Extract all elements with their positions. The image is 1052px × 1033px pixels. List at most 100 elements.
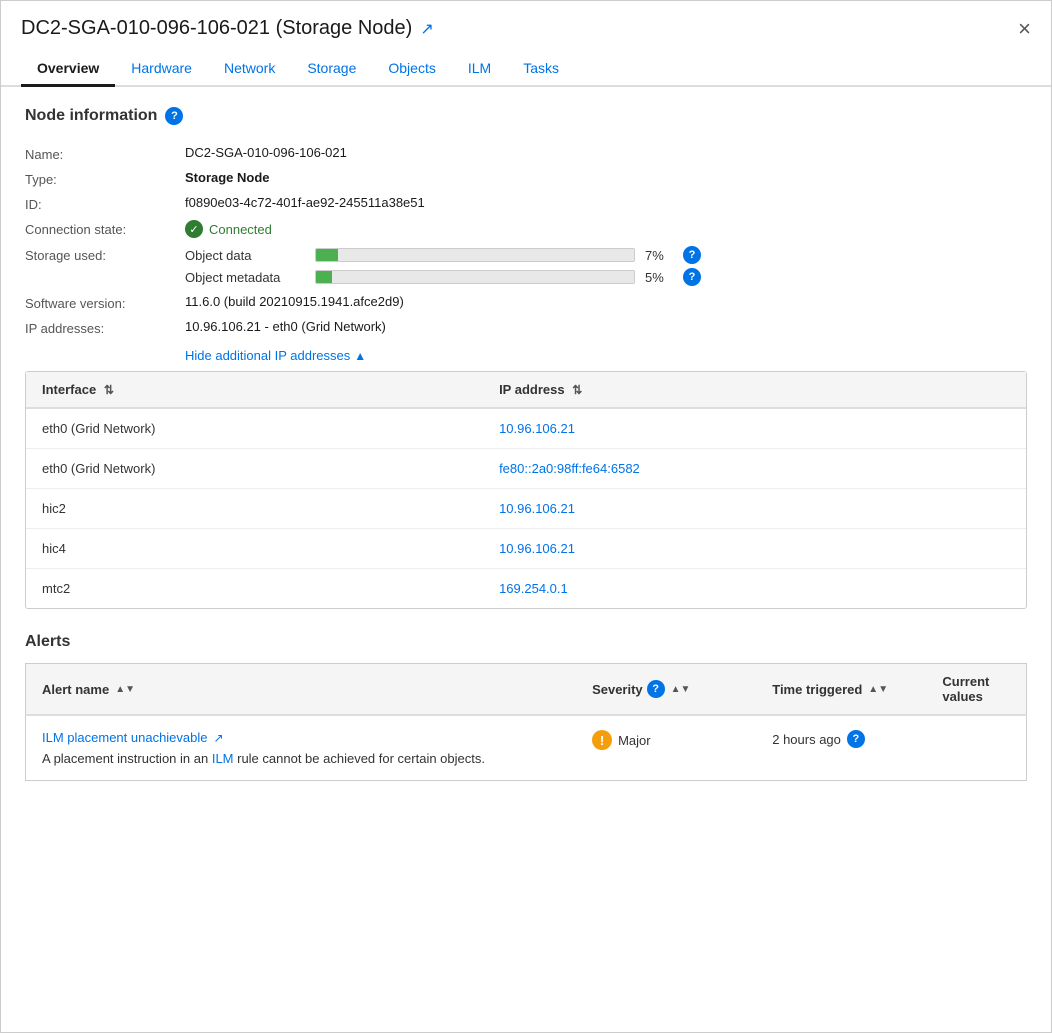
alert-severity-cell: ! Major <box>576 715 756 781</box>
object-data-progress-container <box>315 248 635 262</box>
ip-table-cell-ip[interactable]: fe80::2a0:98ff:fe64:6582 <box>483 449 1026 489</box>
tab-objects[interactable]: Objects <box>372 52 451 87</box>
object-data-help-icon[interactable]: ? <box>683 246 701 264</box>
col-interface-label: Interface <box>42 382 96 397</box>
connection-state-row: Connection state: ✓ Connected <box>25 216 1027 242</box>
node-type-label: Type: <box>25 170 185 187</box>
object-metadata-label: Object metadata <box>185 270 305 285</box>
alert-description: A placement instruction in an ILM rule c… <box>42 751 560 766</box>
ip-table-row: eth0 (Grid Network)fe80::2a0:98ff:fe64:6… <box>26 449 1026 489</box>
tab-hardware[interactable]: Hardware <box>115 52 208 87</box>
close-button[interactable]: × <box>1018 18 1031 40</box>
connection-state-label: Connection state: <box>25 220 185 237</box>
software-version-value: 11.6.0 (build 20210915.1941.afce2d9) <box>185 294 1027 309</box>
external-link-icon[interactable]: ↗ <box>420 19 433 39</box>
ip-addresses-value: 10.96.106.21 - eth0 (Grid Network) <box>185 319 1027 334</box>
node-id-row: ID: f0890e03-4c72-401f-ae92-245511a38e51 <box>25 191 1027 216</box>
col-time-triggered[interactable]: Time triggered ▲▼ <box>756 664 926 716</box>
severity-label: Major <box>618 733 651 748</box>
alert-name-sort-icon[interactable]: ▲▼ <box>115 686 135 693</box>
object-data-row: Object data 7% ? <box>185 246 1027 264</box>
ip-table-cell-interface: hic2 <box>26 489 483 529</box>
object-metadata-pct: 5% <box>645 270 673 285</box>
object-data-progress-fill <box>316 249 338 261</box>
col-alert-name-label: Alert name <box>42 682 109 697</box>
node-name-row: Name: DC2-SGA-010-096-106-021 <box>25 141 1027 166</box>
ip-table-col-interface[interactable]: Interface ⇅ <box>26 372 483 408</box>
ip-table-cell-interface: hic4 <box>26 529 483 569</box>
severity-warning-icon: ! <box>592 730 612 750</box>
tab-bar: Overview Hardware Network Storage Object… <box>1 52 1051 87</box>
col-current-values-label: Current values <box>942 674 1010 704</box>
ip-address-primary: 10.96.106.21 - eth0 (Grid Network) <box>185 319 386 334</box>
modal-title-text: DC2-SGA-010-096-106-021 (Storage Node) <box>21 17 412 40</box>
software-version-label: Software version: <box>25 294 185 311</box>
node-info-help-icon[interactable]: ? <box>165 107 183 125</box>
storage-used-value: Object data 7% ? Object metadata <box>185 246 1027 286</box>
connection-state-value: ✓ Connected <box>185 220 1027 238</box>
node-info-title-text: Node information <box>25 107 157 125</box>
object-metadata-help-icon[interactable]: ? <box>683 268 701 286</box>
ip-table-cell-ip[interactable]: 10.96.106.21 <box>483 529 1026 569</box>
alerts-section: Alerts Alert name ▲▼ Severity <box>25 633 1027 781</box>
hide-additional-link[interactable]: Hide additional IP addresses ▲ <box>185 348 1027 363</box>
severity-sort-icon[interactable]: ▲▼ <box>671 686 691 693</box>
node-id-value: f0890e03-4c72-401f-ae92-245511a38e51 <box>185 195 1027 210</box>
object-data-pct: 7% <box>645 248 673 263</box>
alerts-table-header-row: Alert name ▲▼ Severity ? ▲▼ <box>26 664 1027 716</box>
ip-table-cell-ip[interactable]: 10.96.106.21 <box>483 408 1026 449</box>
software-version-row: Software version: 11.6.0 (build 20210915… <box>25 290 1027 315</box>
alerts-title: Alerts <box>25 633 1027 651</box>
ip-sort-icon[interactable]: ⇅ <box>572 383 582 397</box>
ilm-link[interactable]: ILM <box>212 751 234 766</box>
alert-time-cell: 2 hours ago ? <box>756 715 926 781</box>
ip-table-cell-ip[interactable]: 169.254.0.1 <box>483 569 1026 609</box>
tab-ilm[interactable]: ILM <box>452 52 507 87</box>
interface-sort-icon[interactable]: ⇅ <box>104 383 114 397</box>
ip-table-cell-ip[interactable]: 10.96.106.21 <box>483 489 1026 529</box>
tab-tasks[interactable]: Tasks <box>507 52 575 87</box>
time-help-icon[interactable]: ? <box>847 730 865 748</box>
ip-table-col-ip[interactable]: IP address ⇅ <box>483 372 1026 408</box>
storage-used-label: Storage used: <box>25 246 185 263</box>
hide-additional-text: Hide additional IP addresses <box>185 348 350 363</box>
alerts-table: Alert name ▲▼ Severity ? ▲▼ <box>25 663 1027 781</box>
tab-network[interactable]: Network <box>208 52 291 87</box>
node-name-value: DC2-SGA-010-096-106-021 <box>185 145 1027 160</box>
ip-addresses-row: IP addresses: 10.96.106.21 - eth0 (Grid … <box>25 315 1027 340</box>
ip-table-container: Interface ⇅ IP address ⇅ eth0 (Grid Netw… <box>25 371 1027 609</box>
alert-current-values-cell <box>926 715 1026 781</box>
ip-table-header-row: Interface ⇅ IP address ⇅ <box>26 372 1026 408</box>
tab-storage[interactable]: Storage <box>291 52 372 87</box>
severity-badge: ! Major <box>592 730 740 750</box>
connected-badge: ✓ Connected <box>185 220 1027 238</box>
object-data-label: Object data <box>185 248 305 263</box>
modal-header: DC2-SGA-010-096-106-021 (Storage Node) ↗… <box>1 1 1051 52</box>
ip-table-row: hic410.96.106.21 <box>26 529 1026 569</box>
col-alert-name[interactable]: Alert name ▲▼ <box>26 664 577 716</box>
tab-overview[interactable]: Overview <box>21 52 115 87</box>
time-triggered: 2 hours ago ? <box>772 730 910 748</box>
severity-help-icon[interactable]: ? <box>647 680 665 698</box>
time-triggered-sort-icon[interactable]: ▲▼ <box>868 686 888 693</box>
ip-table-cell-interface: eth0 (Grid Network) <box>26 449 483 489</box>
storage-used-row: Storage used: Object data 7% ? Object <box>25 242 1027 290</box>
ip-table-body: eth0 (Grid Network)10.96.106.21eth0 (Gri… <box>26 408 1026 608</box>
node-type-row: Type: Storage Node <box>25 166 1027 191</box>
connected-check-icon: ✓ <box>185 220 203 238</box>
node-type-value: Storage Node <box>185 170 1027 185</box>
alert-name-link[interactable]: ILM placement unachievable ↗ <box>42 730 560 745</box>
object-metadata-progress-fill <box>316 271 332 283</box>
object-metadata-progress-container <box>315 270 635 284</box>
ip-table-row: mtc2169.254.0.1 <box>26 569 1026 609</box>
col-current-values: Current values <box>926 664 1026 716</box>
node-name-label: Name: <box>25 145 185 162</box>
alert-name-cell: ILM placement unachievable ↗ A placement… <box>26 715 577 781</box>
modal-container: DC2-SGA-010-096-106-021 (Storage Node) ↗… <box>0 0 1052 1033</box>
col-severity[interactable]: Severity ? ▲▼ <box>576 664 756 716</box>
alerts-table-body: ILM placement unachievable ↗ A placement… <box>26 715 1027 781</box>
ip-table-cell-interface: eth0 (Grid Network) <box>26 408 483 449</box>
content-area: Node information ? Name: DC2-SGA-010-096… <box>1 87 1051 801</box>
hide-additional-container: Hide additional IP addresses ▲ <box>185 348 1027 363</box>
modal-title: DC2-SGA-010-096-106-021 (Storage Node) ↗ <box>21 17 434 40</box>
